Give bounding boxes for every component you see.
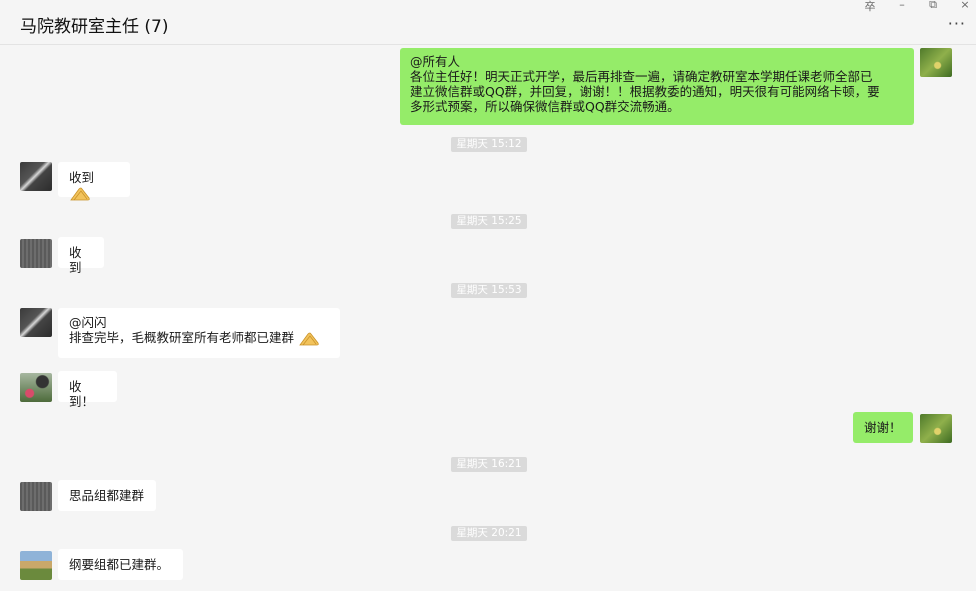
message-line: 排查完毕，毛概教研室所有老师都已建群: [69, 330, 295, 345]
message-text: 收到: [69, 170, 95, 185]
timestamp: 星期天 16:21: [451, 457, 527, 472]
timestamp: 星期天 15:12: [451, 137, 527, 152]
message-bubble-received[interactable]: 纲要组都已建群。: [58, 549, 183, 580]
message-bubble-received[interactable]: 思品组都建群: [58, 480, 156, 511]
minimize-button[interactable]: –: [894, 0, 910, 11]
pin-button[interactable]: 卒: [862, 0, 878, 14]
avatar[interactable]: [20, 162, 52, 191]
chat-title: 马院教研室主任 (7): [20, 17, 169, 37]
close-button[interactable]: ×: [957, 0, 973, 11]
message-line: 建立微信群或QQ群，并回复，谢谢！！根据教委的通知，明天很有可能网络卡顿，要: [410, 84, 880, 99]
message-line: 多形式预案，所以确保微信群或QQ群交流畅通。: [410, 99, 680, 114]
avatar[interactable]: [920, 414, 952, 443]
message-line: @闪闪: [69, 315, 107, 330]
clapping-hands-icon: [299, 332, 319, 345]
avatar[interactable]: [20, 308, 52, 337]
avatar[interactable]: [20, 373, 52, 402]
more-options-button[interactable]: ···: [948, 14, 966, 33]
message-bubble-received[interactable]: @闪闪 排查完毕，毛概教研室所有老师都已建群: [58, 308, 340, 358]
message-text: 收到: [69, 245, 82, 275]
message-list[interactable]: @所有人 各位主任好！明天正式开学，最后再排查一遍，请确定教研室本学期任课老师全…: [0, 44, 976, 591]
message-bubble-received[interactable]: 收到: [58, 162, 130, 200]
message-bubble-sent[interactable]: 谢谢！: [853, 412, 913, 443]
chat-header: 马院教研室主任 (7) 卒 – ⧉ × ···: [0, 0, 976, 45]
clapping-hands-icon: [70, 187, 90, 200]
avatar[interactable]: [920, 48, 952, 77]
avatar[interactable]: [20, 482, 52, 511]
timestamp: 星期天 15:53: [451, 283, 527, 298]
message-bubble-received[interactable]: 收到: [58, 237, 104, 275]
message-text: 思品组都建群: [69, 488, 145, 503]
message-text: 谢谢！: [864, 420, 902, 435]
avatar[interactable]: [20, 551, 52, 580]
message-bubble-received[interactable]: 收到！: [58, 371, 117, 409]
message-text: 收到！: [69, 379, 95, 409]
avatar[interactable]: [20, 239, 52, 268]
timestamp: 星期天 20:21: [451, 526, 527, 541]
message-text: 纲要组都已建群。: [69, 557, 170, 572]
message-bubble-sent[interactable]: @所有人 各位主任好！明天正式开学，最后再排查一遍，请确定教研室本学期任课老师全…: [400, 48, 914, 125]
message-line: 各位主任好！明天正式开学，最后再排查一遍，请确定教研室本学期任课老师全部已: [410, 69, 873, 84]
restore-button[interactable]: ⧉: [925, 0, 941, 12]
message-line: @所有人: [410, 54, 461, 69]
timestamp: 星期天 15:25: [451, 214, 527, 229]
